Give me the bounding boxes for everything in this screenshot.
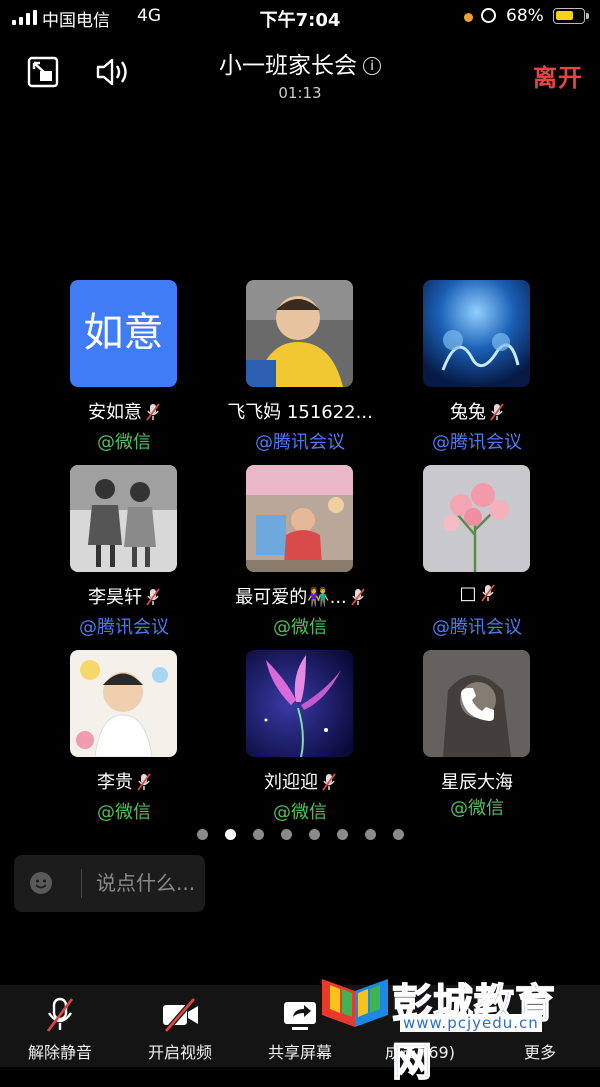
avatar bbox=[246, 650, 353, 757]
participant-name: 最可爱的👫... bbox=[235, 587, 347, 608]
page-dot[interactable] bbox=[196, 829, 208, 840]
emoji-icon[interactable] bbox=[30, 872, 52, 894]
chat-input-box[interactable] bbox=[14, 855, 205, 912]
share-screen-icon bbox=[284, 1002, 316, 1030]
unmute-button[interactable]: 解除静音 bbox=[0, 985, 120, 1067]
mic-muted-icon bbox=[480, 584, 495, 602]
participant-name-row: 最可爱的👫... bbox=[210, 583, 390, 609]
participant-name-row: □ bbox=[387, 583, 567, 604]
meeting-timer: 01:13 bbox=[278, 84, 322, 102]
battery-percent: 68% bbox=[506, 6, 544, 26]
participant-name: 安如意 bbox=[88, 402, 142, 423]
participant-source: @腾讯会议 bbox=[432, 617, 522, 638]
avatar bbox=[246, 280, 353, 387]
divider bbox=[81, 869, 82, 898]
mic-muted-icon bbox=[322, 773, 336, 791]
mic-in-use-indicator bbox=[464, 13, 473, 22]
watermark-url: www.pcjyedu.cn bbox=[400, 1014, 542, 1032]
participant-source: @腾讯会议 bbox=[255, 432, 345, 453]
participant-tile[interactable]: 如意 安如意 @微信 bbox=[34, 280, 214, 462]
participant-tile[interactable]: 李贵 @微信 bbox=[34, 650, 214, 832]
participant-source: @微信 bbox=[273, 802, 327, 823]
phone-icon bbox=[461, 688, 494, 721]
share-screen-label: 共享屏幕 bbox=[267, 1043, 332, 1062]
avatar-text: 如意 bbox=[83, 310, 164, 356]
info-icon[interactable]: i bbox=[363, 57, 381, 75]
participant-name: 李贵 bbox=[97, 772, 133, 793]
participant-tile[interactable]: 刘迎迎 @微信 bbox=[210, 650, 390, 832]
participant-name: 星辰大海 bbox=[441, 772, 513, 793]
start-video-button[interactable]: 开启视频 bbox=[120, 985, 240, 1067]
avatar bbox=[70, 465, 177, 572]
rotation-lock-icon bbox=[481, 8, 496, 23]
unmute-label: 解除静音 bbox=[27, 1043, 92, 1062]
participant-source: @微信 bbox=[97, 802, 151, 823]
participant-tile[interactable]: 星辰大海 @微信 bbox=[387, 650, 567, 832]
participant-source: @微信 bbox=[273, 617, 327, 638]
meeting-title-row: 小一班家长会 i bbox=[0, 46, 600, 80]
participant-source: @微信 bbox=[97, 432, 151, 453]
participant-name: 刘迎迎 bbox=[264, 772, 318, 793]
meeting-title: 小一班家长会 bbox=[219, 53, 357, 79]
page-dot[interactable] bbox=[308, 829, 320, 840]
book-logo-icon bbox=[322, 979, 388, 1027]
participant-tile[interactable]: □ @腾讯会议 bbox=[387, 465, 567, 647]
page-dot[interactable] bbox=[252, 829, 264, 840]
avatar bbox=[423, 465, 530, 572]
watermark: 彭城教育网 www.pcjyedu.cn bbox=[320, 965, 595, 1086]
participant-name-row: 刘迎迎 bbox=[210, 768, 390, 794]
participant-name: □ bbox=[459, 583, 477, 604]
participant-source: @腾讯会议 bbox=[432, 432, 522, 453]
mic-muted-icon bbox=[146, 403, 160, 421]
mic-muted-icon bbox=[351, 588, 365, 606]
participant-tile[interactable]: 飞飞妈 151622... @腾讯会议 bbox=[210, 280, 390, 462]
avatar bbox=[423, 280, 530, 387]
page-dot[interactable] bbox=[224, 829, 236, 840]
avatar bbox=[423, 650, 530, 757]
camera-off-icon bbox=[163, 997, 198, 1033]
mic-muted-icon bbox=[146, 588, 160, 606]
page-dot[interactable] bbox=[280, 829, 292, 840]
participant-tile[interactable]: 最可爱的👫... @微信 bbox=[210, 465, 390, 647]
page-indicator[interactable] bbox=[0, 829, 600, 840]
participant-name: 兔兔 bbox=[450, 402, 486, 423]
page-dot[interactable] bbox=[364, 829, 376, 840]
leave-button[interactable]: 离开 bbox=[533, 58, 583, 93]
chat-input[interactable] bbox=[96, 867, 201, 899]
mic-muted-icon bbox=[137, 773, 151, 791]
participant-tile[interactable]: 兔兔 @腾讯会议 bbox=[387, 280, 567, 462]
battery-icon bbox=[553, 8, 585, 24]
mic-muted-icon bbox=[490, 403, 504, 421]
participant-name: 李昊轩 bbox=[88, 587, 142, 608]
page-dot[interactable] bbox=[392, 829, 404, 840]
participant-name-row: 李贵 bbox=[34, 768, 214, 794]
page-dot[interactable] bbox=[336, 829, 348, 840]
participant-name: 飞飞妈 151622... bbox=[227, 402, 373, 423]
avatar bbox=[246, 465, 353, 572]
participant-name-row: 安如意 bbox=[34, 398, 214, 424]
avatar bbox=[70, 650, 177, 757]
battery-tip bbox=[586, 13, 589, 19]
participant-name-row: 李昊轩 bbox=[34, 583, 214, 609]
mic-muted-icon bbox=[46, 997, 74, 1032]
avatar: 如意 bbox=[70, 280, 177, 387]
participant-source: @微信 bbox=[450, 798, 504, 819]
participant-source: @腾讯会议 bbox=[79, 617, 169, 638]
status-bar: 中国电信 4G 下午7:04 68% bbox=[0, 0, 600, 34]
participant-name-row: 兔兔 bbox=[387, 398, 567, 424]
participant-tile[interactable]: 李昊轩 @腾讯会议 bbox=[34, 465, 214, 647]
start-video-label: 开启视频 bbox=[147, 1043, 212, 1062]
